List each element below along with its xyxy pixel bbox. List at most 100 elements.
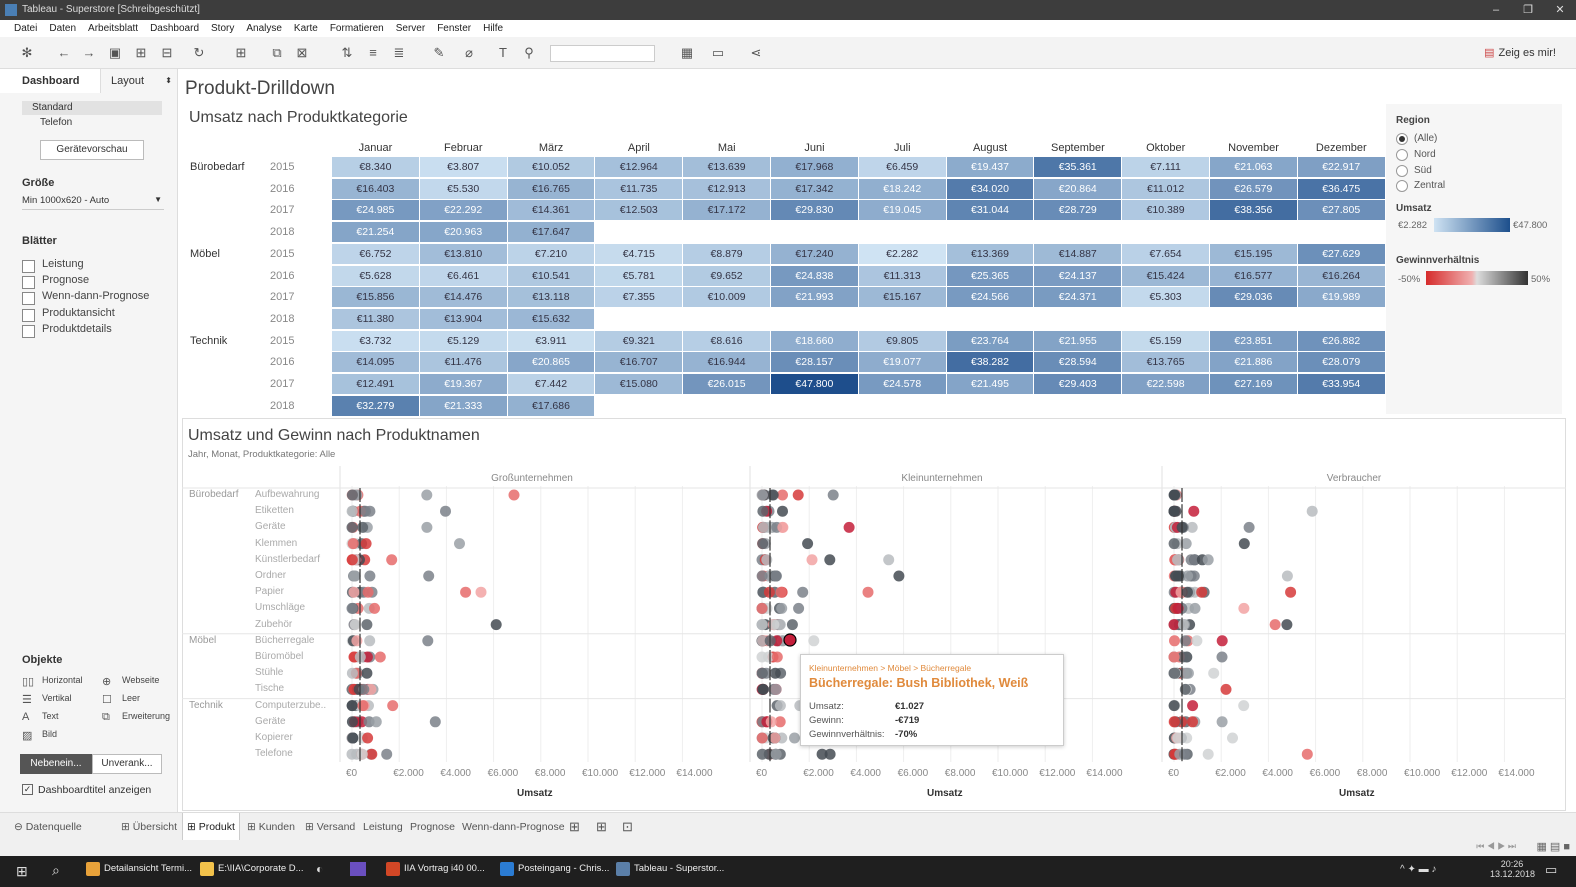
product-point[interactable] xyxy=(777,505,788,517)
heatmap-cell[interactable]: €31.044 xyxy=(946,200,1034,221)
product-point[interactable] xyxy=(1285,586,1297,598)
product-point[interactable] xyxy=(1216,651,1228,663)
heatmap-cell[interactable]: €16.577 xyxy=(1210,265,1297,286)
product-point[interactable] xyxy=(883,554,895,566)
new-worksheet-icon[interactable]: ⊞ xyxy=(565,813,584,841)
heatmap-cell[interactable]: €5.129 xyxy=(419,330,507,351)
heatmap-cell[interactable]: €3.807 xyxy=(419,157,507,177)
region-option[interactable]: Zentral xyxy=(1396,180,1445,192)
device-preview-button[interactable]: Gerätevorschau xyxy=(40,140,144,160)
product-point[interactable] xyxy=(381,748,393,760)
heatmap-cell[interactable]: €20.865 xyxy=(507,352,595,373)
heatmap-cell[interactable]: €16.403 xyxy=(332,178,419,199)
sheet-item[interactable]: Prognose xyxy=(22,274,89,289)
object-horizontal[interactable]: ▯▯ Horizontal xyxy=(22,675,83,688)
sheet-tab[interactable]: ⊞ Übersicht xyxy=(117,813,181,841)
heatmap-cell[interactable]: €5.628 xyxy=(332,265,419,286)
heatmap-cell[interactable]: €17.968 xyxy=(771,157,858,177)
heatmap-cell[interactable]: €5.303 xyxy=(1122,287,1209,308)
product-point[interactable] xyxy=(770,683,782,695)
product-point[interactable] xyxy=(429,716,441,728)
product-point[interactable] xyxy=(756,732,768,744)
heatmap-cell[interactable]: €19.437 xyxy=(946,157,1034,177)
sheet-tab-active[interactable]: ⊞ Produkt xyxy=(182,813,240,841)
search-icon[interactable]: ⌕ xyxy=(52,862,60,879)
heatmap-cell[interactable]: €7.355 xyxy=(595,287,683,308)
product-point[interactable] xyxy=(348,586,360,598)
product-point[interactable] xyxy=(346,700,358,712)
heatmap-cell[interactable]: €11.313 xyxy=(858,265,946,286)
sheet-tab[interactable]: Prognose xyxy=(406,813,459,841)
product-point[interactable] xyxy=(421,521,433,533)
product-point[interactable] xyxy=(777,521,789,533)
heatmap-cell[interactable]: €20.864 xyxy=(1034,178,1122,199)
product-point[interactable] xyxy=(454,538,465,550)
product-point[interactable] xyxy=(1189,602,1201,614)
heatmap-cell[interactable]: €33.954 xyxy=(1297,374,1385,394)
product-point[interactable] xyxy=(1169,635,1180,647)
heatmap-cell[interactable]: €28.079 xyxy=(1297,352,1385,373)
heatmap-cell[interactable]: €22.917 xyxy=(1297,157,1385,177)
product-point[interactable] xyxy=(1168,716,1180,728)
heatmap-cell[interactable]: €27.629 xyxy=(1297,243,1385,264)
heatmap-cell[interactable]: €21.063 xyxy=(1210,157,1297,177)
device-telefon[interactable]: Telefon xyxy=(40,117,72,128)
product-point[interactable] xyxy=(369,602,380,614)
product-point[interactable] xyxy=(362,732,374,744)
sheet-item[interactable]: Leistung xyxy=(22,258,84,273)
product-point[interactable] xyxy=(770,748,782,760)
product-point[interactable] xyxy=(1177,619,1189,631)
menu-hilfe[interactable]: Hilfe xyxy=(477,20,509,37)
heatmap-cell[interactable]: €2.282 xyxy=(858,243,946,264)
product-point[interactable] xyxy=(374,651,386,663)
heatmap-cell[interactable]: €15.632 xyxy=(507,308,595,329)
sheet-tab[interactable]: Leistung xyxy=(359,813,407,841)
product-point[interactable] xyxy=(757,683,769,695)
product-point[interactable] xyxy=(347,538,359,550)
product-point[interactable] xyxy=(1168,538,1180,550)
heatmap-cell[interactable]: €22.292 xyxy=(419,200,507,221)
product-point[interactable] xyxy=(756,619,768,631)
maximize-button[interactable]: ❐ xyxy=(1512,0,1544,20)
product-point[interactable] xyxy=(440,505,451,517)
heatmap-cell[interactable]: €6.752 xyxy=(332,243,419,264)
product-point[interactable] xyxy=(364,570,376,582)
floating-button[interactable]: Unverank... xyxy=(92,754,162,774)
fix-axes-icon[interactable]: ⚲ xyxy=(520,44,538,62)
product-point[interactable] xyxy=(347,732,359,744)
product-point[interactable] xyxy=(346,505,358,517)
sort-desc-icon[interactable]: ≣ xyxy=(390,44,408,62)
product-point[interactable] xyxy=(792,489,804,501)
heatmap-cell[interactable]: €15.080 xyxy=(595,374,683,394)
product-point[interactable] xyxy=(421,489,433,501)
product-point[interactable] xyxy=(827,489,839,501)
product-point[interactable] xyxy=(346,667,358,679)
heatmap-cell[interactable]: €21.955 xyxy=(1034,330,1122,351)
taskbar-item-explorer[interactable]: E:\IIA\Corporate D... xyxy=(200,862,304,876)
heatmap-cell[interactable]: €16.944 xyxy=(683,352,770,373)
product-point[interactable] xyxy=(1181,586,1193,598)
menu-formatieren[interactable]: Formatieren xyxy=(324,20,390,37)
show-title-checkbox[interactable]: ✓ Dashboardtitel anzeigen xyxy=(22,784,151,796)
heatmap-cell[interactable]: €19.367 xyxy=(419,374,507,394)
heatmap-cell[interactable]: €32.279 xyxy=(332,395,419,416)
heatmap-cell[interactable]: €36.475 xyxy=(1297,178,1385,199)
product-point[interactable] xyxy=(364,635,376,647)
product-point[interactable] xyxy=(769,732,781,744)
sheet-tab[interactable]: ⊞ Kunden xyxy=(243,813,299,841)
heatmap-cell[interactable]: €11.735 xyxy=(595,178,683,199)
menu-daten[interactable]: Daten xyxy=(43,20,82,37)
product-point[interactable] xyxy=(475,586,487,598)
product-point[interactable] xyxy=(756,667,768,679)
product-point[interactable] xyxy=(357,521,369,533)
highlight-icon[interactable]: ✎ xyxy=(430,44,448,62)
sheet-item[interactable]: Wenn-dann-Prognose xyxy=(22,290,149,305)
show-me-button[interactable]: ▤ Zeig es mir! xyxy=(1484,46,1556,59)
heatmap-cell[interactable]: €12.491 xyxy=(332,374,419,394)
heatmap-cell[interactable]: €7.210 xyxy=(507,243,595,264)
product-point[interactable] xyxy=(1188,505,1200,517)
heatmap-cell[interactable]: €18.660 xyxy=(771,330,858,351)
product-point[interactable] xyxy=(1208,667,1220,679)
product-point[interactable] xyxy=(789,732,800,744)
heatmap-cell[interactable]: €24.137 xyxy=(1034,265,1122,286)
